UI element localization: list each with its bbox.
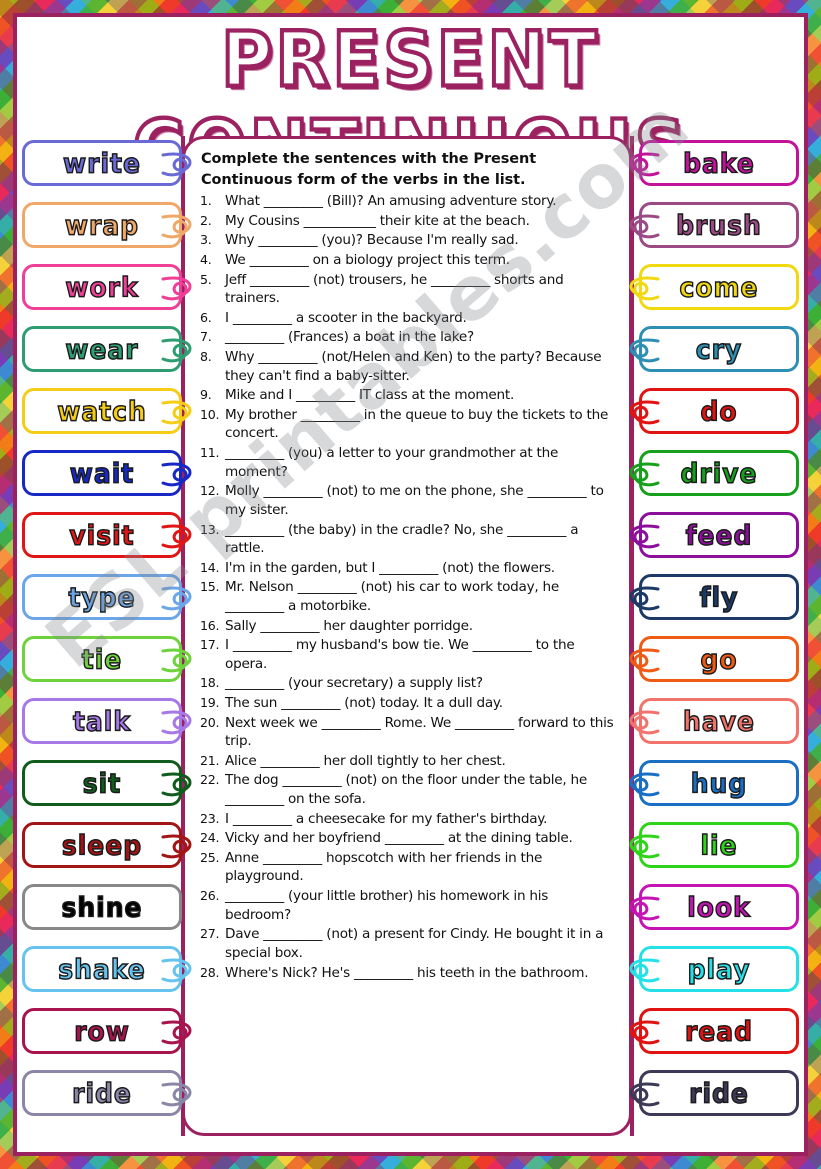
verb-card[interactable]: feed [629, 512, 799, 558]
verb-card[interactable]: sleep [22, 822, 192, 868]
question-item: Alice _________ her doll tightly to her … [200, 752, 506, 769]
verb-label: play [687, 953, 751, 985]
verb-label: work [65, 271, 139, 303]
question-item: Anne _________ hopscotch with her friend… [200, 849, 543, 885]
question-item: The sun _________ (not) today. It a dull… [200, 694, 503, 711]
verb-label: type [68, 581, 136, 613]
verb-card[interactable]: have [629, 698, 799, 744]
verb-list-left: write wrap work wear watch wait visit type tie ta… [22, 140, 192, 1132]
verb-card[interactable]: wrap [22, 202, 192, 248]
verb-card[interactable]: go [629, 636, 799, 682]
verb-card[interactable]: visit [22, 512, 192, 558]
question-item: Dave _________ (not) a present for Cindy… [200, 925, 604, 961]
verb-label: wait [69, 457, 135, 489]
verb-label: read [684, 1015, 754, 1047]
verb-label: sleep [61, 829, 143, 861]
question-item: _________ (you) a letter to your grandmo… [200, 444, 559, 480]
verb-label: have [682, 705, 755, 737]
verb-card[interactable]: ride [629, 1070, 799, 1116]
question-item: Why _________ (not/Helen and Ken) to the… [200, 348, 602, 384]
question-item: What _________ (Bill)? An amusing advent… [200, 192, 557, 210]
question-item: _________ (your secretary) a supply list… [200, 674, 483, 692]
question-item: Sally _________ her daughter porridge. [200, 617, 473, 634]
verb-label: tie [81, 643, 123, 675]
verb-label: drive [680, 457, 758, 489]
verb-label: talk [72, 705, 132, 737]
verb-card[interactable]: wait [22, 450, 192, 496]
verb-card[interactable]: row [22, 1008, 192, 1054]
verb-label: hug [690, 767, 748, 799]
verb-card[interactable]: ride [22, 1070, 192, 1116]
question-item: My brother _________ in the queue to buy… [200, 406, 609, 442]
question-item: _________ (your little brother) his home… [200, 887, 549, 923]
verb-label: shine [61, 891, 143, 923]
question-item: Molly _________ (not) to me on the phone… [200, 482, 604, 518]
verb-label: bake [682, 147, 755, 179]
verb-card[interactable]: wear [22, 326, 192, 372]
verb-card[interactable]: play [629, 946, 799, 992]
verb-card[interactable]: watch [22, 388, 192, 434]
verb-card[interactable]: type [22, 574, 192, 620]
verb-label: watch [57, 395, 147, 427]
verb-label: lie [700, 829, 738, 861]
verb-card[interactable]: bake [629, 140, 799, 186]
question-item: I'm in the garden, but I _________ (not)… [200, 559, 555, 576]
verb-card[interactable]: fly [629, 574, 799, 620]
verb-label: visit [69, 519, 135, 551]
question-item: Jeff _________ (not) trousers, he ______… [200, 271, 564, 307]
verb-label: ride [71, 1077, 132, 1109]
question-item: We _________ on a biology project this t… [200, 251, 510, 268]
verb-label: shake [58, 953, 146, 985]
verb-card[interactable]: shake [22, 946, 192, 992]
verb-label: write [62, 147, 141, 179]
question-list: What _________ (Bill)? An amusing advent… [199, 192, 617, 982]
exercise-panel: Complete the sentences with the Present … [182, 136, 632, 1136]
verb-label: fly [699, 581, 739, 613]
verb-list-right: bake brush come cry do drive feed fly go have hug l… [629, 140, 799, 1132]
verb-card[interactable]: cry [629, 326, 799, 372]
verb-card[interactable]: shine [22, 884, 182, 930]
question-item: Next week we _________ Rome. We ________… [200, 714, 614, 750]
verb-card[interactable]: brush [629, 202, 799, 248]
question-item: Why _________ (you)? Because I'm really … [200, 231, 519, 249]
verb-label: sit [82, 767, 122, 799]
verb-label: go [700, 643, 738, 675]
verb-label: cry [695, 333, 743, 365]
verb-label: feed [685, 519, 753, 551]
question-item: _________ (the baby) in the cradle? No, … [200, 521, 579, 557]
verb-card[interactable]: hug [629, 760, 799, 806]
question-item: I _________ my husband's bow tie. We ___… [200, 636, 575, 672]
verb-label: come [679, 271, 759, 303]
verb-card[interactable]: look [629, 884, 799, 930]
question-item: I _________ a scooter in the backyard. [200, 309, 467, 326]
verb-label: row [73, 1015, 130, 1047]
verb-label: do [700, 395, 738, 427]
verb-label: ride [688, 1077, 749, 1109]
verb-label: wear [65, 333, 139, 365]
question-item: Vicky and her boyfriend _________ at the… [200, 829, 573, 847]
verb-card[interactable]: lie [629, 822, 799, 868]
verb-card[interactable]: talk [22, 698, 192, 744]
question-item: Where's Nick? He's _________ his teeth i… [200, 964, 589, 981]
question-item: My Cousins ___________ their kite at the… [200, 212, 530, 229]
verb-card[interactable]: drive [629, 450, 799, 496]
question-item: I _________ a cheesecake for my father's… [200, 810, 548, 827]
verb-card[interactable]: tie [22, 636, 192, 682]
verb-label: look [687, 891, 751, 923]
verb-card[interactable]: work [22, 264, 192, 310]
binding-rail-right [630, 136, 634, 1136]
verb-card[interactable]: come [629, 264, 799, 310]
verb-label: wrap [64, 209, 140, 241]
verb-label: brush [675, 209, 762, 241]
verb-card[interactable]: do [629, 388, 799, 434]
verb-card[interactable]: write [22, 140, 192, 186]
question-item: Mike and I _________ IT class at the mom… [200, 386, 515, 404]
verb-card[interactable]: read [629, 1008, 799, 1054]
verb-card[interactable]: sit [22, 760, 192, 806]
question-item: _________ (Frances) a boat in the lake? [200, 328, 474, 346]
question-item: Mr. Nelson _________ (not) his car to wo… [200, 578, 560, 614]
instruction-text: Complete the sentences with the Present … [201, 151, 537, 188]
question-item: The dog _________ (not) on the floor und… [200, 771, 587, 808]
